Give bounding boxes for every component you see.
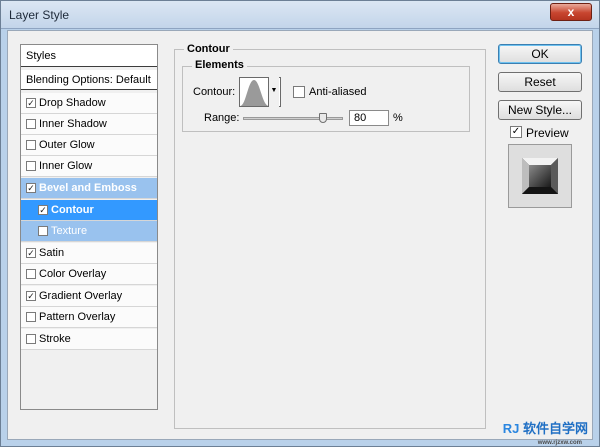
style-item-drop-shadow[interactable]: ✓ Drop Shadow bbox=[21, 93, 157, 114]
contour-group-title: Contour bbox=[184, 43, 233, 55]
gradient-overlay-checkbox[interactable]: ✓ bbox=[26, 291, 36, 301]
bevel-emboss-checkbox[interactable]: ✓ bbox=[26, 183, 36, 193]
style-item-label: Texture bbox=[51, 225, 88, 237]
layer-style-window: Layer Style x Styles Blending Options: D… bbox=[0, 0, 600, 447]
preview-swatch-icon bbox=[509, 145, 571, 207]
style-item-outer-glow[interactable]: Outer Glow bbox=[21, 135, 157, 156]
anti-aliased-checkbox[interactable] bbox=[293, 86, 305, 98]
contour-dropdown-button[interactable]: ▼ bbox=[268, 77, 279, 107]
watermark-logo: RJ bbox=[502, 421, 520, 436]
chevron-down-icon: ▼ bbox=[270, 87, 278, 94]
window-title: Layer Style bbox=[9, 8, 70, 22]
style-item-label: Drop Shadow bbox=[39, 97, 106, 109]
style-item-satin[interactable]: ✓ Satin bbox=[21, 243, 157, 264]
new-style-button[interactable]: New Style... bbox=[498, 100, 582, 120]
style-item-label: Contour bbox=[51, 204, 94, 216]
contour-label: Contour: bbox=[193, 86, 236, 98]
style-item-texture[interactable]: Texture bbox=[21, 221, 157, 242]
style-item-label: Color Overlay bbox=[39, 268, 107, 280]
blending-options-item[interactable]: Blending Options: Default bbox=[21, 70, 157, 90]
range-slider-thumb[interactable] bbox=[319, 113, 327, 123]
title-bar[interactable]: Layer Style x bbox=[1, 1, 599, 29]
style-preview bbox=[508, 144, 572, 208]
pattern-overlay-checkbox[interactable] bbox=[26, 312, 36, 322]
style-item-label: Inner Shadow bbox=[39, 118, 107, 130]
style-item-label: Outer Glow bbox=[39, 139, 95, 151]
texture-checkbox[interactable] bbox=[38, 226, 48, 236]
preview-checkbox[interactable]: ✓ bbox=[510, 126, 522, 138]
outer-glow-checkbox[interactable] bbox=[26, 140, 36, 150]
style-item-label: Gradient Overlay bbox=[39, 290, 123, 302]
watermark-text: 软件自学网 bbox=[522, 421, 588, 436]
drop-shadow-checkbox[interactable]: ✓ bbox=[26, 98, 36, 108]
satin-checkbox[interactable]: ✓ bbox=[26, 248, 36, 258]
inner-glow-checkbox[interactable] bbox=[26, 161, 36, 171]
dialog-client-area: Styles Blending Options: Default ✓ Drop … bbox=[7, 30, 593, 446]
style-item-inner-shadow[interactable]: Inner Shadow bbox=[21, 114, 157, 135]
range-unit: % bbox=[393, 112, 403, 124]
style-item-contour[interactable]: ✓ Contour bbox=[21, 200, 157, 221]
contour-curve-icon bbox=[240, 78, 269, 106]
ok-button[interactable]: OK bbox=[498, 44, 582, 64]
stroke-checkbox[interactable] bbox=[26, 334, 36, 344]
style-item-label: Stroke bbox=[39, 333, 71, 345]
reset-button[interactable]: Reset bbox=[498, 72, 582, 92]
style-item-pattern-overlay[interactable]: Pattern Overlay bbox=[21, 307, 157, 328]
preview-label: Preview bbox=[526, 126, 569, 140]
style-item-color-overlay[interactable]: Color Overlay bbox=[21, 264, 157, 285]
range-slider-track[interactable] bbox=[243, 113, 343, 123]
style-item-label: Pattern Overlay bbox=[39, 311, 116, 323]
style-item-bevel-emboss[interactable]: ✓ Bevel and Emboss bbox=[21, 178, 157, 199]
style-item-label: Satin bbox=[39, 247, 65, 259]
style-item-gradient-overlay[interactable]: ✓ Gradient Overlay bbox=[21, 286, 157, 307]
contour-checkbox[interactable]: ✓ bbox=[38, 205, 48, 215]
styles-header[interactable]: Styles bbox=[21, 45, 157, 67]
style-item-label: Bevel and Emboss bbox=[39, 182, 137, 194]
close-icon: x bbox=[567, 5, 575, 19]
style-item-stroke[interactable]: Stroke bbox=[21, 329, 157, 350]
color-overlay-checkbox[interactable] bbox=[26, 269, 36, 279]
style-item-label: Inner Glow bbox=[39, 160, 93, 172]
style-item-inner-glow[interactable]: Inner Glow bbox=[21, 156, 157, 177]
close-button[interactable]: x bbox=[550, 3, 592, 21]
anti-aliased-label: Anti-aliased bbox=[309, 86, 367, 98]
range-input[interactable]: 80 bbox=[349, 110, 389, 126]
styles-list: Styles Blending Options: Default ✓ Drop … bbox=[20, 44, 158, 410]
watermark: RJ 软件自学网 www.rjzxw.com bbox=[502, 418, 588, 446]
elements-group-title: Elements bbox=[192, 59, 247, 71]
watermark-url: www.rjzxw.com bbox=[537, 440, 582, 446]
range-label: Range: bbox=[204, 112, 240, 124]
inner-shadow-checkbox[interactable] bbox=[26, 119, 36, 129]
